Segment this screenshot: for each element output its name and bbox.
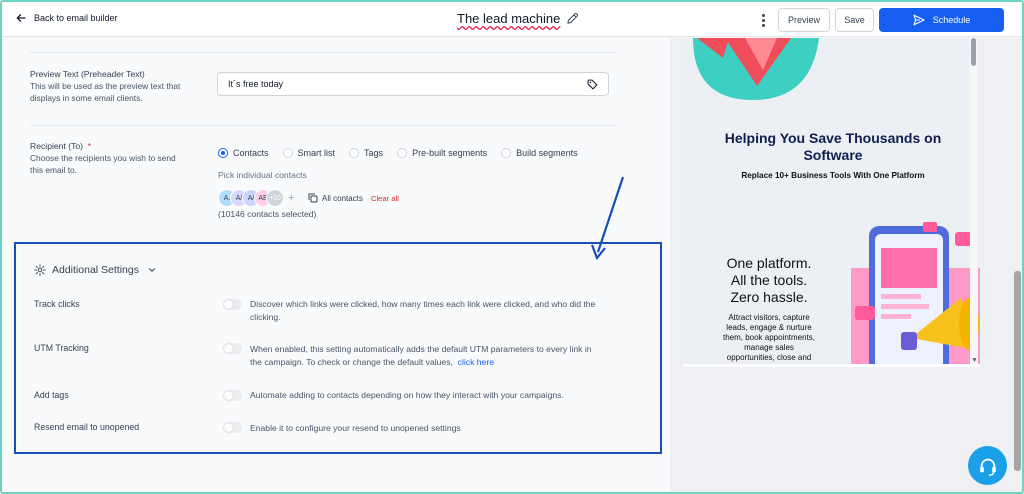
- divider: [30, 52, 617, 53]
- all-contacts-label: All contacts: [322, 193, 363, 203]
- campaign-title[interactable]: The lead machine: [457, 11, 579, 26]
- radio-contacts[interactable]: Contacts: [218, 148, 269, 158]
- radio-label: Build segments: [516, 148, 578, 158]
- subheadline: Replace 10+ Business Tools With One Plat…: [741, 171, 925, 180]
- radio-dot: [397, 148, 408, 158]
- phone-megaphone-illustration: [851, 222, 980, 364]
- radio-dot: [218, 148, 228, 158]
- support-chat-button[interactable]: [968, 446, 1007, 485]
- headline-line: Helping You Save Thousands on: [724, 130, 942, 146]
- tagline-line: All the tools.: [730, 272, 808, 288]
- contact-avatars[interactable]: A. A/ A/ AE +10 +: [218, 189, 294, 207]
- back-to-email-builder-link[interactable]: Back to email builder: [16, 13, 118, 23]
- annotation-highlight-box: [14, 242, 662, 454]
- radio-smart-list[interactable]: Smart list: [282, 148, 336, 158]
- more-options-icon[interactable]: [757, 11, 769, 29]
- save-button[interactable]: Save: [835, 8, 874, 32]
- radio-tags[interactable]: Tags: [349, 148, 383, 158]
- back-label: Back to email builder: [34, 13, 118, 23]
- more-contacts-badge[interactable]: +10: [266, 189, 284, 207]
- top-bar: Back to email builder The lead machine P…: [2, 2, 1022, 37]
- preview-scrollbar[interactable]: ▼: [970, 38, 978, 364]
- all-contacts-button[interactable]: All contacts: [308, 193, 363, 203]
- radio-label: Pre-built segments: [412, 148, 488, 158]
- radio-label: Contacts: [233, 148, 269, 158]
- required-mark: *: [87, 141, 92, 151]
- headset-icon: [979, 458, 996, 476]
- radio-dot: [282, 148, 293, 158]
- preheader-input[interactable]: It´s free today: [217, 72, 609, 96]
- pick-individual-contacts-label: Pick individual contacts: [218, 170, 307, 180]
- tagline-line: One platform.: [726, 255, 812, 271]
- preview-scroll-thumb[interactable]: [971, 38, 976, 66]
- preheader-desc-line1: This will be used as the preview text th…: [30, 81, 181, 91]
- headline: Helping You Save Thousands on Software: [703, 130, 963, 164]
- schedule-button[interactable]: Schedule: [879, 8, 1004, 32]
- preheader-desc-line2: displays in some email clients.: [30, 93, 143, 103]
- clear-all-link[interactable]: Clear all: [371, 194, 399, 203]
- body-line: opportunities, close and: [726, 353, 812, 362]
- tagline-line: Zero hassle.: [730, 289, 808, 305]
- body-line: leads, engage & nurture: [726, 323, 812, 332]
- body-line: manage sales: [744, 343, 794, 352]
- add-contact-icon[interactable]: +: [288, 192, 294, 204]
- headline-line: Software: [803, 147, 863, 163]
- radio-label: Smart list: [297, 148, 336, 158]
- copy-icon: [308, 193, 318, 203]
- page-scroll-thumb[interactable]: [1014, 271, 1021, 471]
- recipient-desc-line2: this email to.: [30, 165, 78, 175]
- tag-icon[interactable]: [587, 79, 598, 90]
- rocket-illustration: [693, 38, 819, 100]
- radio-build-segments[interactable]: Build segments: [501, 148, 578, 158]
- tagline: One platform. All the tools. Zero hassle…: [709, 255, 829, 306]
- send-icon: [913, 14, 925, 26]
- body-copy: Attract visitors, capture leads, engage …: [713, 313, 825, 363]
- email-preview-panel: Helping You Save Thousands on Software R…: [670, 38, 1022, 492]
- preview-panel-bottom: [683, 364, 980, 367]
- recipient-type-radio-group: Contacts Smart list Tags Pre-built segme…: [218, 148, 592, 158]
- app-frame: Back to email builder The lead machine P…: [0, 0, 1024, 494]
- scroll-down-icon[interactable]: ▼: [971, 357, 978, 364]
- email-preview[interactable]: Helping You Save Thousands on Software R…: [683, 38, 980, 364]
- arrow-left-icon: [16, 14, 26, 22]
- recipient-label: Recipient (To) *: [30, 140, 91, 152]
- campaign-title-text: The lead machine: [457, 11, 561, 26]
- pencil-icon[interactable]: [566, 12, 579, 25]
- radio-label: Tags: [364, 148, 384, 158]
- page-scrollbar[interactable]: [1013, 38, 1022, 492]
- body-line: Attract visitors, capture: [728, 313, 810, 322]
- radio-dot: [349, 148, 360, 158]
- schedule-label: Schedule: [932, 15, 971, 25]
- contacts-selected-count: (10146 contacts selected): [218, 209, 317, 219]
- body-line: them, book appointments,: [722, 333, 816, 342]
- recipient-label-text: Recipient (To): [30, 141, 84, 151]
- divider: [30, 125, 617, 126]
- preheader-label: Preview Text (Preheader Text): [30, 69, 145, 79]
- recipient-desc-line1: Choose the recipients you wish to send: [30, 153, 176, 163]
- radio-dot: [501, 148, 512, 158]
- preheader-value: It´s free today: [228, 79, 284, 89]
- radio-pre-built-segments[interactable]: Pre-built segments: [397, 148, 487, 158]
- preview-button[interactable]: Preview: [778, 8, 830, 32]
